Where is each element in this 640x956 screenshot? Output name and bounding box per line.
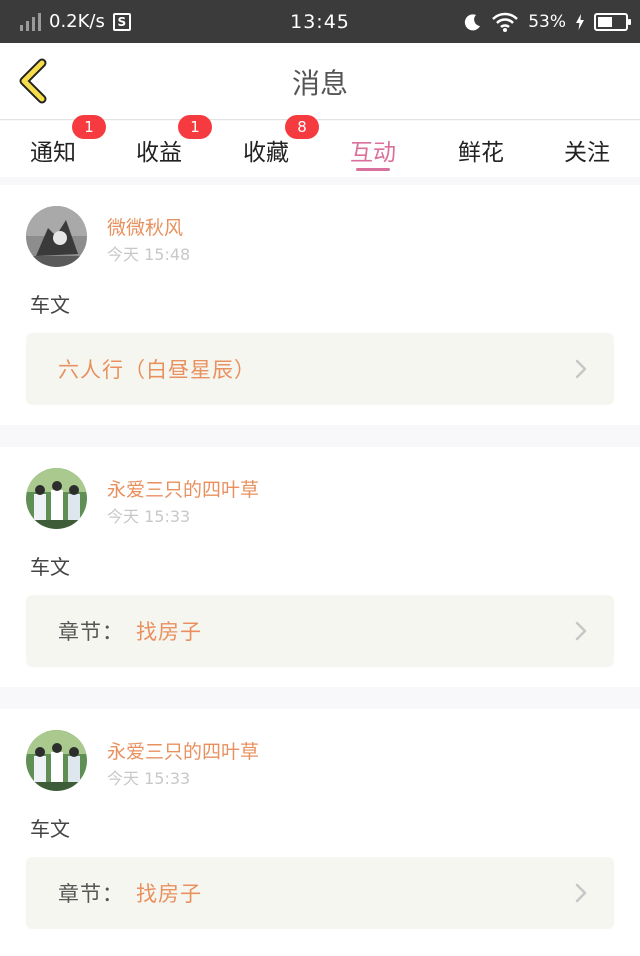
header: 消息 [0,43,640,120]
feed-item: 永爱三只的四叶草 今天 15:33 车文 章节： 找房子 [0,709,640,956]
tab-badge: 8 [285,115,319,139]
chevron-right-icon [575,883,587,903]
tab-label: 鲜花 [458,140,504,166]
battery-icon [594,12,631,31]
comment-text: 车文 [30,293,70,317]
link-title: 找房子 [136,882,202,906]
linked-chapter-card[interactable]: 章节： 找房子 [26,857,614,929]
linked-chapter-title: 章节： 找房子 [58,857,202,929]
avatar-image [26,730,87,791]
comment-text: 车文 [30,555,70,579]
link-title: 找房子 [136,620,202,644]
status-bar: 0.2K/s S 13:45 53% [0,0,640,43]
battery-fill [598,16,612,27]
network-speed: 0.2K/s [49,11,105,32]
avatar-image [26,206,87,267]
tab-interaction[interactable]: 互动 [328,121,418,177]
linked-chapter-title: 章节： 找房子 [58,595,202,667]
chevron-right-icon [575,359,587,379]
page-title: 消息 [291,66,348,100]
tab-badge: 1 [178,115,212,139]
active-tab-indicator [356,168,390,171]
tab-flowers[interactable]: 鲜花 [436,121,526,177]
comment-text: 车文 [30,817,70,841]
tab-label: 通知 [30,140,76,166]
avatar[interactable] [26,468,87,529]
tab-notice[interactable]: 通知 1 [8,115,106,177]
signal-icon [20,12,41,31]
link-prefix: 章节： [58,882,124,906]
linked-chapter-card[interactable]: 章节： 找房子 [26,595,614,667]
post-time: 今天 15:33 [107,507,191,526]
linked-work-card[interactable]: 六人行（白昼星辰） [26,333,614,405]
post-time: 今天 15:48 [107,245,191,264]
tab-label: 互动 [350,140,396,166]
chevron-right-icon [575,621,587,641]
link-prefix: 章节： [58,620,124,644]
s-app-icon: S [112,12,131,31]
status-right: 53% [464,0,631,43]
tab-follow[interactable]: 关注 [542,121,632,177]
link-title: 六人行（白昼星辰） [58,358,256,382]
battery-percent: 53% [528,11,566,32]
tab-income[interactable]: 收益 1 [114,115,212,177]
avatar[interactable] [26,730,87,791]
moon-icon [465,13,481,30]
avatar-image [26,468,87,529]
tab-label: 关注 [564,140,610,166]
tab-label: 收藏 [243,140,289,166]
chevron-left-icon [19,58,47,104]
feed-item: 永爱三只的四叶草 今天 15:33 车文 章节： 找房子 [0,447,640,687]
tab-label: 收益 [136,140,182,166]
charging-icon [576,13,584,30]
avatar[interactable] [26,206,87,267]
wifi-icon [492,12,519,32]
username[interactable]: 永爱三只的四叶草 [107,737,259,764]
tab-bar: 通知 1 收益 1 收藏 8 互动 鲜花 关注 [0,115,640,177]
feed-item: 微微秋风 今天 15:48 车文 六人行（白昼星辰） [0,185,640,425]
username[interactable]: 微微秋风 [107,213,183,240]
post-time: 今天 15:33 [107,769,191,788]
linked-work-title: 六人行（白昼星辰） [58,333,256,405]
tab-favorites[interactable]: 收藏 8 [221,115,319,177]
back-button[interactable] [14,57,58,105]
tab-badge: 1 [72,115,106,139]
username[interactable]: 永爱三只的四叶草 [107,475,259,502]
status-left: 0.2K/s S [20,0,131,43]
